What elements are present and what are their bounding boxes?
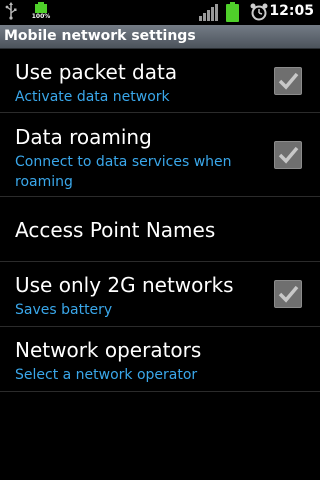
usb-icon: [5, 2, 17, 20]
setting-summary: Activate data network: [15, 89, 170, 105]
packet-data-checkbox[interactable]: [274, 67, 302, 95]
title-bar: Mobile network settings: [0, 25, 320, 49]
checkmark-icon: [278, 72, 299, 90]
setting-summary: Saves battery: [15, 302, 113, 318]
setting-title: Data roaming: [15, 125, 152, 149]
setting-network-operators[interactable]: Network operators Select a network opera…: [0, 327, 320, 392]
only-2g-checkbox[interactable]: [274, 280, 302, 308]
page-title: Mobile network settings: [4, 28, 196, 44]
checkmark-icon: [278, 285, 299, 303]
status-bar: 100% 12:05: [0, 0, 320, 25]
setting-access-point-names[interactable]: Access Point Names: [0, 197, 320, 262]
setting-title: Use packet data: [15, 60, 178, 84]
setting-title: Access Point Names: [15, 218, 216, 242]
signal-icon: [199, 4, 218, 21]
battery-full-icon: 100%: [30, 2, 52, 22]
setting-title: Network operators: [15, 338, 202, 362]
setting-title: Use only 2G networks: [15, 273, 234, 297]
battery-percent-label: 100%: [31, 13, 51, 20]
battery-icon: [226, 2, 239, 22]
alarm-clock-icon: [250, 3, 268, 21]
settings-list: Use packet data Activate data network Da…: [0, 49, 320, 392]
setting-use-only-2g[interactable]: Use only 2G networks Saves battery: [0, 262, 320, 327]
setting-summary: Connect to data services when roaming: [15, 154, 232, 190]
setting-summary: Select a network operator: [15, 367, 198, 383]
setting-use-packet-data[interactable]: Use packet data Activate data network: [0, 49, 320, 113]
setting-data-roaming[interactable]: Data roaming Connect to data services wh…: [0, 113, 320, 197]
checkmark-icon: [278, 146, 299, 164]
data-roaming-checkbox[interactable]: [274, 141, 302, 169]
status-clock: 12:05: [269, 3, 314, 19]
